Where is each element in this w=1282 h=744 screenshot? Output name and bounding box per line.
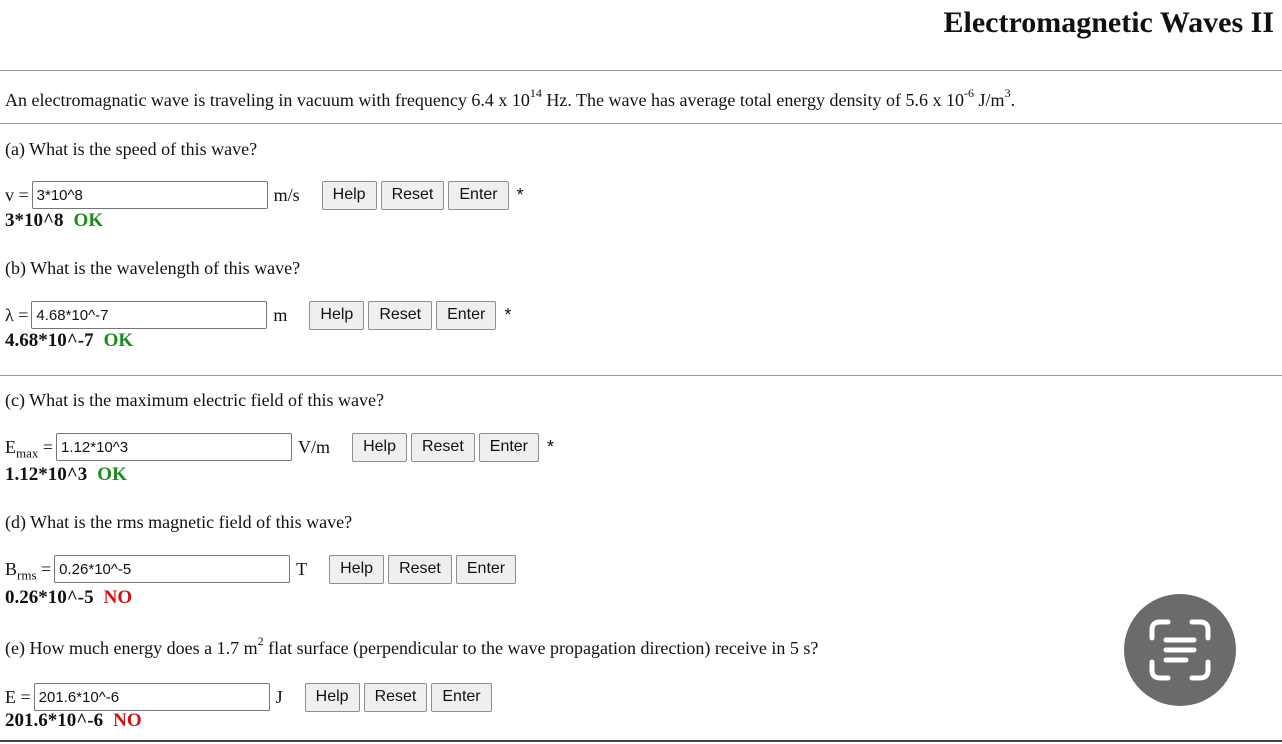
reset-button[interactable]: Reset: [388, 554, 452, 584]
enter-button[interactable]: Enter: [448, 180, 509, 210]
page-title: Electromagnetic Waves II: [943, 6, 1274, 39]
status-badge: OK: [97, 464, 127, 485]
result-b: 4.68*10^-7 OK: [5, 330, 134, 351]
question-a: (a) What is the speed of this wave?: [5, 139, 258, 159]
status-badge: OK: [103, 330, 134, 351]
question-d: (d) What is the rms magnetic field of th…: [5, 512, 353, 532]
question-e: (e) How much energy does a 1.7 m2 flat s…: [5, 634, 819, 658]
answer-row-d: Brms = T Help Reset Enter: [5, 554, 520, 584]
divider: [0, 70, 1282, 71]
bottom-border: [0, 740, 1282, 742]
answer-input-b[interactable]: [31, 301, 268, 329]
result-d: 0.26*10^-5 NO: [5, 587, 133, 608]
answer-input-a[interactable]: [31, 181, 268, 209]
scan-text-icon: [1149, 619, 1211, 681]
problem-statement: An electromagnatic wave is traveling in …: [5, 86, 1016, 110]
help-button[interactable]: Help: [309, 300, 365, 330]
scan-text-button[interactable]: [1124, 594, 1236, 706]
enter-button[interactable]: Enter: [478, 432, 540, 462]
unit-label: J: [275, 686, 283, 707]
answer-row-c: Emax = V/m Help Reset Enter *: [5, 432, 555, 462]
answer-input-e[interactable]: [33, 683, 270, 711]
result-a: 3*10^8 OK: [5, 210, 104, 231]
unit-label: V/m: [298, 436, 331, 457]
submitted-star: *: [547, 436, 555, 457]
answer-input-c[interactable]: [56, 433, 293, 461]
help-button[interactable]: Help: [304, 682, 360, 712]
divider: [0, 123, 1282, 124]
status-badge: NO: [113, 710, 142, 731]
unit-label: m: [273, 304, 288, 325]
submitted-star: *: [516, 184, 524, 205]
enter-button[interactable]: Enter: [455, 554, 517, 584]
reset-button[interactable]: Reset: [410, 432, 475, 462]
question-b: (b) What is the wavelength of this wave?: [5, 258, 301, 278]
reset-button[interactable]: Reset: [380, 180, 445, 210]
enter-button[interactable]: Enter: [436, 300, 497, 330]
variable-label: Brms =: [5, 558, 52, 583]
status-badge: OK: [73, 210, 104, 231]
submitted-star: *: [504, 304, 512, 325]
answer-row-b: λ = m Help Reset Enter *: [5, 300, 512, 330]
answer-input-d[interactable]: [54, 555, 291, 583]
result-c: 1.12*10^3 OK: [5, 464, 127, 485]
divider: [0, 375, 1282, 376]
variable-label: Emax =: [5, 436, 54, 461]
variable-label: λ =: [5, 304, 29, 325]
help-button[interactable]: Help: [329, 554, 385, 584]
unit-label: T: [296, 558, 308, 579]
answer-row-e: E = J Help Reset Enter: [5, 682, 496, 712]
variable-label: E =: [5, 686, 31, 707]
result-e: 201.6*10^-6 NO: [5, 710, 142, 731]
reset-button[interactable]: Reset: [363, 682, 428, 712]
help-button[interactable]: Help: [352, 432, 407, 462]
reset-button[interactable]: Reset: [368, 300, 433, 330]
answer-row-a: v = m/s Help Reset Enter *: [5, 180, 524, 210]
help-button[interactable]: Help: [321, 180, 377, 210]
variable-label: v =: [5, 184, 29, 205]
status-badge: NO: [103, 587, 133, 608]
unit-label: m/s: [273, 184, 300, 205]
enter-button[interactable]: Enter: [431, 682, 492, 712]
question-c: (c) What is the maximum electric field o…: [5, 390, 385, 410]
